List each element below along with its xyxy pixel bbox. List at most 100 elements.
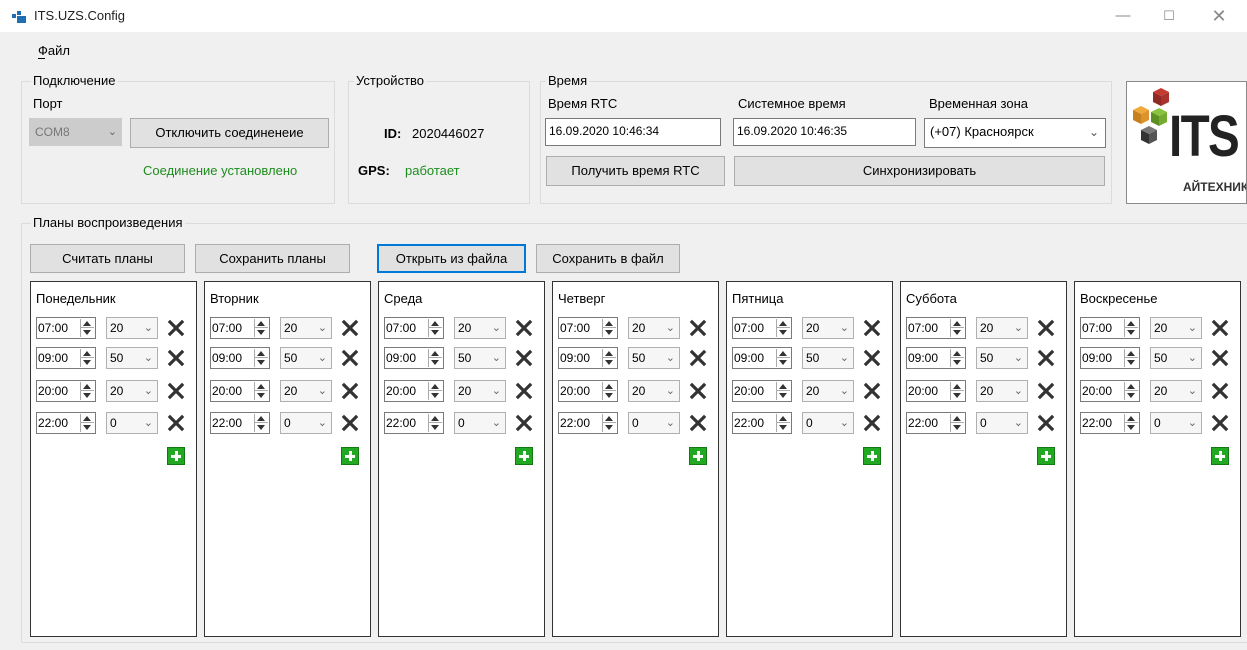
delete-icon[interactable] xyxy=(1211,349,1229,367)
time-spinner[interactable]: 22:00 xyxy=(210,412,270,434)
time-spinner[interactable]: 07:00 xyxy=(558,317,618,339)
time-spinner[interactable]: 20:00 xyxy=(1080,380,1140,402)
delete-icon[interactable] xyxy=(341,414,359,432)
add-icon[interactable] xyxy=(341,447,359,465)
level-select[interactable]: 20 ⌄ xyxy=(1150,380,1202,402)
level-select[interactable]: 0 ⌄ xyxy=(802,412,854,434)
delete-icon[interactable] xyxy=(515,319,533,337)
add-icon[interactable] xyxy=(515,447,533,465)
level-select[interactable]: 0 ⌄ xyxy=(976,412,1028,434)
timezone-select[interactable]: (+07) Красноярск ⌄ xyxy=(924,118,1106,148)
spin-arrows-icon[interactable] xyxy=(776,349,790,367)
level-select[interactable]: 20 ⌄ xyxy=(628,380,680,402)
delete-icon[interactable] xyxy=(341,319,359,337)
spin-arrows-icon[interactable] xyxy=(950,349,964,367)
level-select[interactable]: 0 ⌄ xyxy=(454,412,506,434)
delete-icon[interactable] xyxy=(1037,319,1055,337)
add-icon[interactable] xyxy=(1037,447,1055,465)
delete-icon[interactable] xyxy=(863,349,881,367)
add-icon[interactable] xyxy=(1211,447,1229,465)
add-icon[interactable] xyxy=(863,447,881,465)
delete-icon[interactable] xyxy=(1037,382,1055,400)
rtc-time-field[interactable]: 16.09.2020 10:46:34 xyxy=(545,118,721,146)
time-spinner[interactable]: 20:00 xyxy=(384,380,444,402)
spin-arrows-icon[interactable] xyxy=(776,382,790,400)
spin-arrows-icon[interactable] xyxy=(602,349,616,367)
level-select[interactable]: 20 ⌄ xyxy=(628,317,680,339)
delete-icon[interactable] xyxy=(515,414,533,432)
spin-arrows-icon[interactable] xyxy=(1124,349,1138,367)
level-select[interactable]: 0 ⌄ xyxy=(1150,412,1202,434)
save-plans-button[interactable]: Сохранить планы xyxy=(195,244,350,273)
spin-arrows-icon[interactable] xyxy=(254,414,268,432)
spin-arrows-icon[interactable] xyxy=(428,349,442,367)
spin-arrows-icon[interactable] xyxy=(80,382,94,400)
time-spinner[interactable]: 09:00 xyxy=(36,347,96,369)
level-select[interactable]: 20 ⌄ xyxy=(280,317,332,339)
level-select[interactable]: 20 ⌄ xyxy=(1150,317,1202,339)
delete-icon[interactable] xyxy=(689,319,707,337)
spin-arrows-icon[interactable] xyxy=(1124,414,1138,432)
spin-arrows-icon[interactable] xyxy=(80,349,94,367)
spin-arrows-icon[interactable] xyxy=(602,382,616,400)
time-spinner[interactable]: 22:00 xyxy=(1080,412,1140,434)
delete-icon[interactable] xyxy=(1211,319,1229,337)
spin-arrows-icon[interactable] xyxy=(950,414,964,432)
menu-file[interactable]: Файл xyxy=(38,43,70,58)
level-select[interactable]: 20 ⌄ xyxy=(106,380,158,402)
time-spinner[interactable]: 07:00 xyxy=(732,317,792,339)
disconnect-button[interactable]: Отключить соединенеие xyxy=(130,118,329,148)
level-select[interactable]: 0 ⌄ xyxy=(628,412,680,434)
close-icon[interactable]: ✕ xyxy=(1196,0,1242,32)
level-select[interactable]: 50 ⌄ xyxy=(454,347,506,369)
maximize-icon[interactable]: ☐ xyxy=(1146,0,1192,32)
delete-icon[interactable] xyxy=(1211,382,1229,400)
time-spinner[interactable]: 22:00 xyxy=(384,412,444,434)
spin-arrows-icon[interactable] xyxy=(776,319,790,337)
time-spinner[interactable]: 20:00 xyxy=(36,380,96,402)
spin-arrows-icon[interactable] xyxy=(80,319,94,337)
level-select[interactable]: 20 ⌄ xyxy=(454,317,506,339)
delete-icon[interactable] xyxy=(167,382,185,400)
delete-icon[interactable] xyxy=(863,382,881,400)
spin-arrows-icon[interactable] xyxy=(602,414,616,432)
level-select[interactable]: 50 ⌄ xyxy=(802,347,854,369)
level-select[interactable]: 20 ⌄ xyxy=(976,317,1028,339)
time-spinner[interactable]: 07:00 xyxy=(384,317,444,339)
title-bar[interactable] xyxy=(0,0,1247,32)
minimize-icon[interactable]: — xyxy=(1100,0,1146,32)
spin-arrows-icon[interactable] xyxy=(428,319,442,337)
get-rtc-time-button[interactable]: Получить время RTC xyxy=(546,156,725,186)
delete-icon[interactable] xyxy=(341,349,359,367)
time-spinner[interactable]: 22:00 xyxy=(906,412,966,434)
spin-arrows-icon[interactable] xyxy=(428,382,442,400)
delete-icon[interactable] xyxy=(1211,414,1229,432)
delete-icon[interactable] xyxy=(1037,414,1055,432)
time-spinner[interactable]: 07:00 xyxy=(210,317,270,339)
delete-icon[interactable] xyxy=(863,319,881,337)
level-select[interactable]: 50 ⌄ xyxy=(1150,347,1202,369)
spin-arrows-icon[interactable] xyxy=(428,414,442,432)
time-spinner[interactable]: 09:00 xyxy=(1080,347,1140,369)
time-spinner[interactable]: 09:00 xyxy=(558,347,618,369)
spin-arrows-icon[interactable] xyxy=(254,382,268,400)
time-spinner[interactable]: 09:00 xyxy=(732,347,792,369)
delete-icon[interactable] xyxy=(689,414,707,432)
time-spinner[interactable]: 22:00 xyxy=(36,412,96,434)
level-select[interactable]: 20 ⌄ xyxy=(454,380,506,402)
spin-arrows-icon[interactable] xyxy=(1124,319,1138,337)
level-select[interactable]: 50 ⌄ xyxy=(106,347,158,369)
level-select[interactable]: 50 ⌄ xyxy=(628,347,680,369)
spin-arrows-icon[interactable] xyxy=(776,414,790,432)
level-select[interactable]: 20 ⌄ xyxy=(280,380,332,402)
level-select[interactable]: 50 ⌄ xyxy=(280,347,332,369)
sync-button[interactable]: Синхронизировать xyxy=(734,156,1105,186)
spin-arrows-icon[interactable] xyxy=(950,382,964,400)
system-time-field[interactable]: 16.09.2020 10:46:35 xyxy=(733,118,916,146)
spin-arrows-icon[interactable] xyxy=(602,319,616,337)
delete-icon[interactable] xyxy=(1037,349,1055,367)
time-spinner[interactable]: 20:00 xyxy=(558,380,618,402)
level-select[interactable]: 0 ⌄ xyxy=(106,412,158,434)
spin-arrows-icon[interactable] xyxy=(950,319,964,337)
delete-icon[interactable] xyxy=(863,414,881,432)
